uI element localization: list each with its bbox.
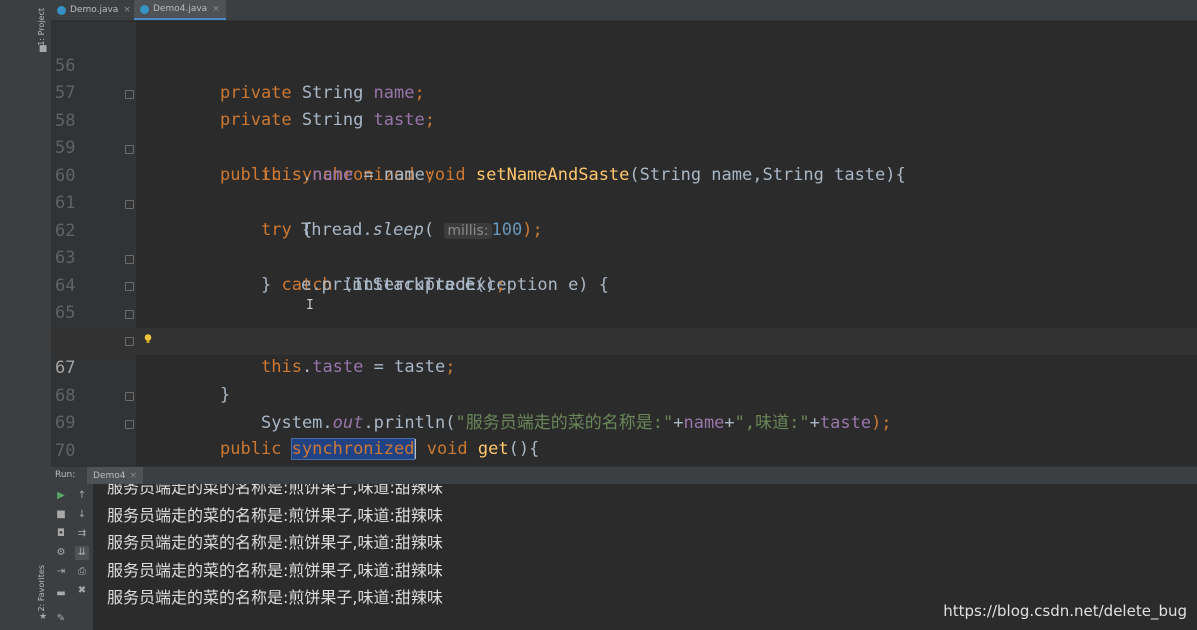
code-line: 59 this.name = name; <box>51 108 1197 185</box>
scroll-to-end-icon[interactable]: ⇊ <box>75 546 89 560</box>
print-icon[interactable]: ⎙ <box>75 565 89 579</box>
lightbulb-icon[interactable] <box>144 334 152 344</box>
console-line: 服务员端走的菜的名称是:煎饼果子,味道:甜辣味 <box>107 588 443 607</box>
fold-icon[interactable] <box>125 255 134 264</box>
code-line: 62 } catch (InterruptedException e) { <box>51 191 1197 295</box>
code-line: 61 Thread.sleep( millis: 100); <box>51 163 1197 240</box>
editor-tab-bar: Demo.java × Demo4.java × <box>51 0 1197 21</box>
code-line: 66 } <box>51 301 1197 405</box>
run-tab-demo4[interactable]: Demo4 × <box>87 467 144 485</box>
pin-icon[interactable]: ✎ <box>54 612 68 626</box>
fold-icon[interactable] <box>125 145 134 154</box>
code-line: 64 } <box>51 246 1197 350</box>
java-class-icon <box>140 4 149 14</box>
code-line: 56 private String name; <box>51 26 1197 103</box>
tab-demo-java[interactable]: Demo.java × <box>51 0 137 20</box>
camera-icon[interactable]: ◘ <box>54 527 68 541</box>
fold-icon[interactable] <box>125 310 134 319</box>
code-line: 68 System.out.println("服务员端走的菜的名称是:"+nam… <box>51 356 1197 433</box>
trash-icon[interactable]: ✖ <box>75 584 89 598</box>
star-icon: ★ <box>38 612 48 622</box>
folder-icon: ■ <box>38 44 48 54</box>
code-line-current: 67 public synchronized void get(){ <box>51 328 1197 460</box>
soft-wrap-icon[interactable]: ⇉ <box>75 527 89 541</box>
fold-icon[interactable] <box>125 90 134 99</box>
up-arrow-icon[interactable]: ↑ <box>75 489 89 503</box>
fold-icon[interactable] <box>125 392 134 401</box>
layout-icon[interactable]: ▬ <box>54 587 68 601</box>
watermark: https://blog.csdn.net/delete_bug <box>943 602 1187 620</box>
exit-icon[interactable]: ⇥ <box>54 565 68 579</box>
down-arrow-icon[interactable]: ↓ <box>75 508 89 522</box>
run-tab-label: Demo4 <box>93 471 126 481</box>
tool-window-bar <box>35 0 51 630</box>
settings-icon[interactable]: ⚙ <box>54 546 68 560</box>
console-line: 服务员端走的菜的名称是:煎饼果子,味道:甜辣味 <box>107 533 443 552</box>
tab-label: Demo4.java <box>153 4 208 14</box>
fold-icon[interactable] <box>125 337 134 346</box>
tab-label: Demo.java <box>70 5 119 15</box>
close-icon[interactable]: × <box>123 5 131 15</box>
console-line: 服务员端走的菜的名称是:煎饼果子,味道:甜辣味 <box>107 484 443 497</box>
run-panel-header: Run: Demo4 × <box>51 466 1197 485</box>
fold-icon[interactable] <box>125 200 134 209</box>
fold-icon[interactable] <box>125 282 134 291</box>
code-line: 60 try { <box>51 136 1197 240</box>
rerun-icon[interactable]: ▶ <box>54 489 68 503</box>
run-toolbar: ▶ ↑ ■ ↓ ◘ ⇉ ⚙ ⇊ ⇥ ⎙ ▬ ✖ ✎ <box>51 484 93 630</box>
java-class-icon <box>57 5 66 15</box>
run-label: Run: <box>55 470 76 480</box>
stop-icon[interactable]: ■ <box>54 508 68 522</box>
tab-demo4-java[interactable]: Demo4.java × <box>134 0 226 20</box>
console-line: 服务员端走的菜的名称是:煎饼果子,味道:甜辣味 <box>107 506 443 525</box>
code-line: 65 this.taste = taste; <box>51 273 1197 377</box>
close-icon[interactable]: × <box>212 4 220 14</box>
code-line: 63 e.printStackTrace(); <box>51 218 1197 295</box>
text-cursor-icon: I <box>306 298 314 313</box>
fold-icon[interactable] <box>125 420 134 429</box>
code-line: 69 } <box>51 383 1197 487</box>
code-line: 58 public synchronized void setNameAndSa… <box>51 81 1197 185</box>
code-line: 70 } <box>51 411 1197 515</box>
close-icon[interactable]: × <box>129 471 137 481</box>
left-tool-stripe <box>0 0 36 630</box>
code-editor[interactable]: 56 private String name; 57 private Strin… <box>51 22 1197 515</box>
favorites-tool-button[interactable]: 2: Favorites <box>37 565 51 611</box>
console-line: 服务员端走的菜的名称是:煎饼果子,味道:甜辣味 <box>107 561 443 580</box>
project-tool-button[interactable]: 1: Project <box>37 8 51 46</box>
code-line: 71 } <box>51 438 1197 515</box>
code-line: 57 private String taste; <box>51 53 1197 130</box>
